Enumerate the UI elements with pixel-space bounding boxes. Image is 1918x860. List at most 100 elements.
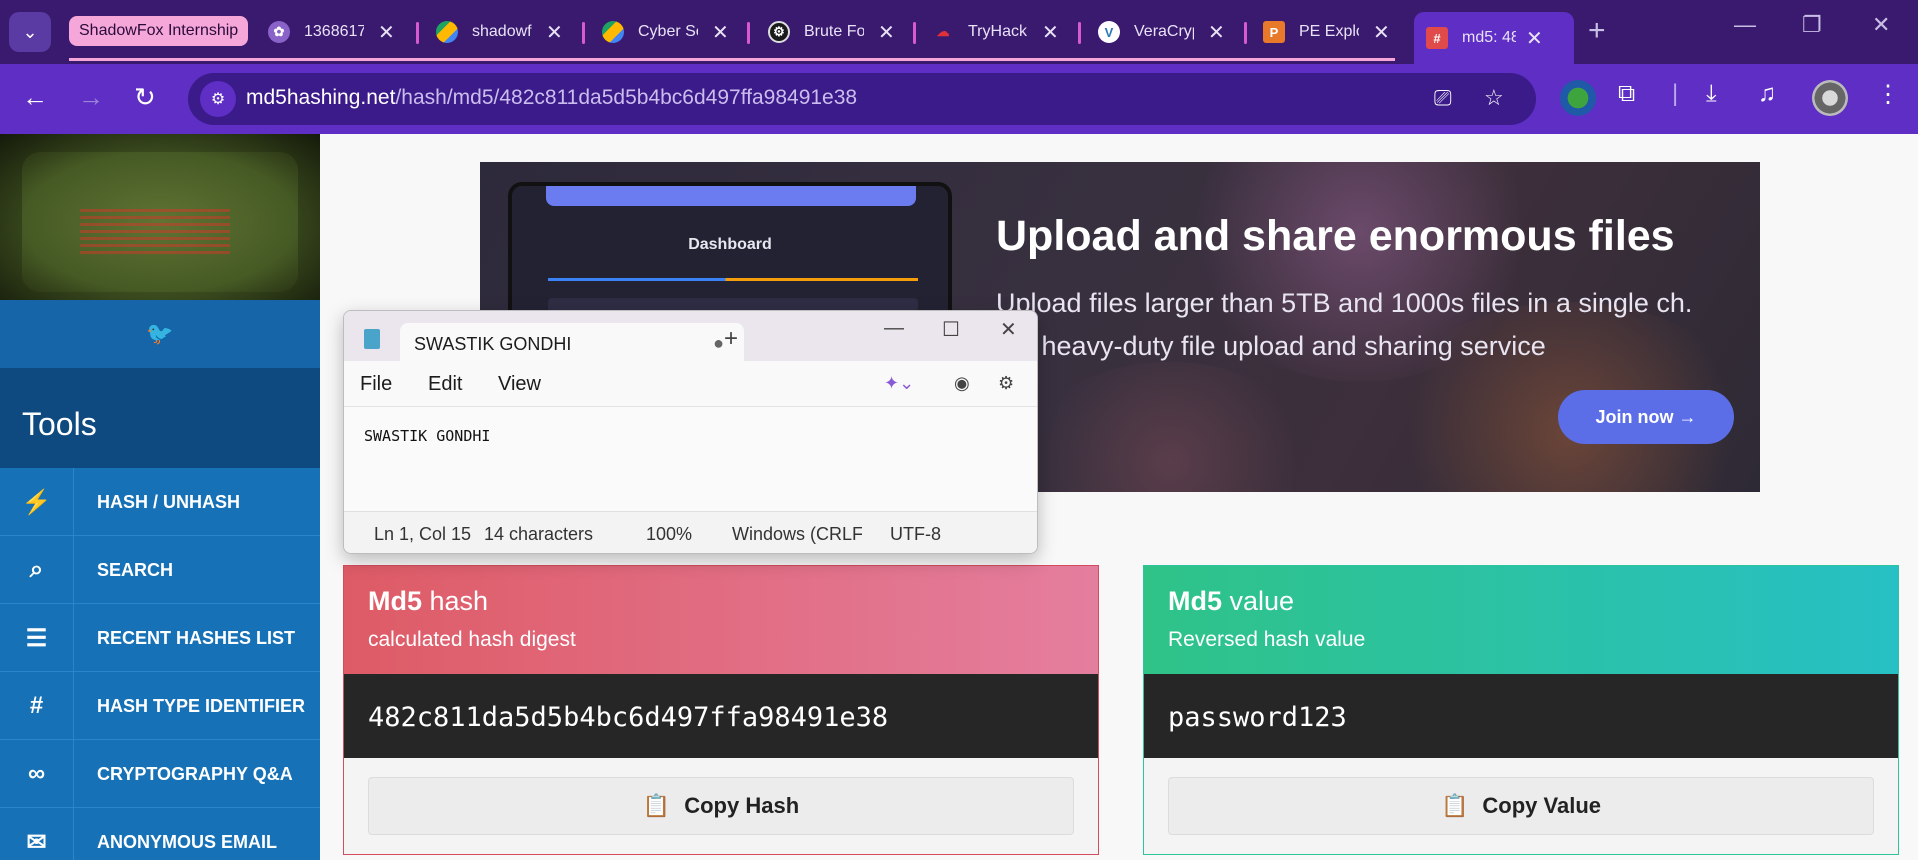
minimize-icon[interactable]: — xyxy=(884,317,904,340)
url-path: /hash/md5/482c811da5d5b4bc6d497ffa98491e… xyxy=(395,86,858,109)
download-icon[interactable]: ⤓ xyxy=(1706,80,1717,108)
tab-separator xyxy=(416,22,419,44)
notepad-text-area[interactable]: SWASTIK GONDHI xyxy=(344,407,1037,511)
reload-icon[interactable]: ↻ xyxy=(134,82,156,112)
clipboard-icon: 📋 xyxy=(642,793,671,818)
close-icon[interactable]: ✕ xyxy=(1000,317,1017,342)
tab-group-label[interactable]: ShadowFox Internship xyxy=(69,16,249,46)
install-app-icon[interactable]: ⎚ xyxy=(1434,85,1452,111)
restore-icon[interactable]: ❐ xyxy=(1802,12,1822,38)
profile-avatar-icon[interactable] xyxy=(1812,80,1848,116)
sidebar-item-label: ANONYMOUS EMAIL xyxy=(97,832,277,852)
chatgpt-icon: ⚙ xyxy=(768,21,790,43)
menu-file[interactable]: File xyxy=(360,373,392,396)
twitter-icon: 🐦 xyxy=(146,321,174,346)
tryhackme-icon: ☁ xyxy=(936,24,950,39)
hashtag-icon: # xyxy=(0,672,74,740)
notepad-tab[interactable]: SWASTIK GONDHI ● xyxy=(400,323,744,363)
twitter-link[interactable]: 🐦 xyxy=(0,300,320,368)
bookmark-star-icon[interactable]: ☆ xyxy=(1484,85,1504,111)
close-icon[interactable]: ✕ xyxy=(1042,20,1059,45)
close-icon[interactable]: ✕ xyxy=(546,20,563,45)
tab-search-button[interactable]: ⌄ xyxy=(9,12,51,52)
new-notepad-tab-button[interactable]: + xyxy=(724,325,738,353)
toolbar-divider: | xyxy=(1672,80,1679,107)
menu-view[interactable]: View xyxy=(498,373,541,396)
copy-value-button[interactable]: 📋 Copy Value xyxy=(1168,777,1874,835)
notepad-statusbar: Ln 1, Col 15 14 characters 100% Windows … xyxy=(344,511,1037,553)
laptop-topbar xyxy=(546,186,916,206)
address-bar[interactable]: ⚙ md5hashing.net/hash/md5/482c811da5d5b4… xyxy=(188,73,1536,125)
ad-decoration xyxy=(1020,362,1320,492)
copy-hash-button[interactable]: 📋 Copy Hash xyxy=(368,777,1074,835)
md5-hash-card: Md5 hash calculated hash digest 482c811d… xyxy=(343,565,1099,855)
unsaved-dot-icon[interactable]: ● xyxy=(713,333,724,354)
envelope-icon: ✉ xyxy=(0,808,74,860)
tab-shadowfox[interactable]: shadowfox ✕ xyxy=(436,12,563,52)
sidebar-item-hash-unhash[interactable]: ⚡ HASH / UNHASH xyxy=(0,468,320,536)
card-subtitle: calculated hash digest xyxy=(368,628,576,651)
tab-group-underline xyxy=(69,58,1395,61)
media-control-icon[interactable]: ♫ xyxy=(1758,80,1776,108)
sidebar-item-hash-type-identifier[interactable]: # HASH TYPE IDENTIFIER xyxy=(0,672,320,740)
sidebar-item-search[interactable]: ⌕ SEARCH xyxy=(0,536,320,604)
copilot-icon[interactable]: ✦⌄ xyxy=(884,373,914,394)
maximize-icon[interactable]: ☐ xyxy=(942,317,960,342)
zoom-level[interactable]: 100% xyxy=(646,524,692,545)
browser-tab-bar: ⌄ ShadowFox Internship ✿ 1368617 ✕ shado… xyxy=(0,0,1918,64)
close-icon[interactable]: ✕ xyxy=(712,20,729,45)
line-ending[interactable]: Windows (CRLF xyxy=(732,524,862,545)
window-close-icon[interactable]: ✕ xyxy=(1872,12,1890,38)
hash-icon: # xyxy=(1426,27,1448,49)
close-icon[interactable]: ✕ xyxy=(1526,26,1543,51)
new-tab-button[interactable]: + xyxy=(1588,16,1606,46)
sidebar-item-anonymous-email[interactable]: ✉ ANONYMOUS EMAIL xyxy=(0,808,320,860)
dashboard-label: Dashboard xyxy=(688,236,772,253)
tab-separator xyxy=(747,22,750,44)
close-icon[interactable]: ✕ xyxy=(1373,20,1390,45)
back-arrow-icon[interactable]: ← xyxy=(22,82,48,112)
notepad-tab-title: SWASTIK GONDHI xyxy=(414,334,572,354)
tab-cyber-sec[interactable]: Cyber Sec ✕ xyxy=(602,12,729,52)
extension-globe-icon[interactable] xyxy=(1560,80,1596,116)
menu-edit[interactable]: Edit xyxy=(428,373,462,396)
tab-title: 1368617 xyxy=(304,23,364,40)
site-info-icon[interactable]: ⚙ xyxy=(200,81,236,117)
reversed-value[interactable]: password123 xyxy=(1144,674,1898,758)
list-icon: ☰ xyxy=(0,604,74,672)
sidebar-item-recent-hashes[interactable]: ☰ RECENT HASHES LIST xyxy=(0,604,320,672)
tab-md5-active[interactable]: # md5: 482c ✕ xyxy=(1414,12,1574,64)
tab-brute-force[interactable]: ⚙ Brute Force ✕ xyxy=(768,12,895,52)
account-avatar-icon[interactable]: ◉ xyxy=(954,373,970,394)
close-icon[interactable]: ✕ xyxy=(378,20,395,45)
openai-icon: ✿ xyxy=(268,21,290,43)
minimize-icon[interactable]: — xyxy=(1734,12,1756,38)
close-icon[interactable]: ✕ xyxy=(878,20,895,45)
card-subtitle: Reversed hash value xyxy=(1168,628,1366,651)
tab-pe-explorer[interactable]: P PE Explorer ✕ xyxy=(1263,12,1390,52)
forward-arrow-icon[interactable]: → xyxy=(78,82,104,112)
encoding[interactable]: UTF-8 xyxy=(890,524,941,545)
tab-title: VeraCrypt xyxy=(1134,23,1194,40)
close-icon[interactable]: ✕ xyxy=(1208,20,1225,45)
tab-separator xyxy=(1244,22,1247,44)
menu-kebab-icon[interactable]: ⋮ xyxy=(1876,80,1900,109)
join-now-button[interactable]: Join now → xyxy=(1558,390,1734,444)
tab-separator xyxy=(913,22,916,44)
lightning-icon: ⚡ xyxy=(0,468,74,536)
tab-title: TryHackMe xyxy=(968,23,1028,40)
character-count: 14 characters xyxy=(484,524,594,544)
tab-veracrypt[interactable]: V VeraCrypt ✕ xyxy=(1098,12,1225,52)
settings-gear-icon[interactable]: ⚙ xyxy=(998,373,1014,394)
tab-tryhackme[interactable]: ☁ TryHackMe ✕ xyxy=(932,12,1059,52)
extensions-puzzle-icon[interactable]: ⧉ xyxy=(1618,80,1635,108)
sidebar-item-cryptography-qa[interactable]: ∞ CRYPTOGRAPHY Q&A xyxy=(0,740,320,808)
chat-bubbles-icon: ∞ xyxy=(0,740,74,808)
card-header: Md5 value Reversed hash value xyxy=(1144,566,1898,674)
tab-1368617[interactable]: ✿ 1368617 ✕ xyxy=(268,12,395,52)
crt-text xyxy=(80,206,230,254)
tab-title: md5: 482c xyxy=(1462,29,1516,46)
url-text[interactable]: md5hashing.net/hash/md5/482c811da5d5b4bc… xyxy=(246,86,857,110)
tab-separator xyxy=(582,22,585,44)
hash-value[interactable]: 482c811da5d5b4bc6d497ffa98491e38 xyxy=(344,674,1098,758)
